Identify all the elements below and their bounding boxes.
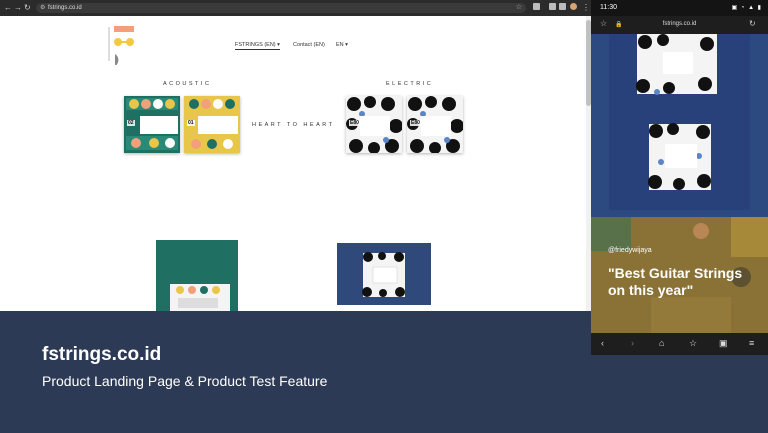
mobile-bottom-nav: ‹ › ⌂ ☆ ▣ ≡ [591, 333, 768, 355]
acoustic-heading: ACOUSTIC [163, 81, 212, 87]
acoustic-product-photo[interactable] [156, 240, 238, 311]
mobile-hero-image [591, 34, 768, 217]
electric-product-photo[interactable] [337, 243, 431, 305]
status-time: 11:30 [600, 4, 617, 11]
status-bar: 11:30 ▣ ◔ ▲ ▮ [591, 0, 768, 16]
desktop-browser-window: ← → ↻ ⚙ fstrings.co.id ☆ ⋮ FSTRINGS (EN)… [0, 0, 591, 311]
acoustic-product-green[interactable]: 02 [124, 96, 180, 153]
home-icon[interactable]: ⌂ [659, 338, 664, 348]
mobile-phone-screen: 11:30 ▣ ◔ ▲ ▮ ☆ 🔒 fstrings.co.id ↻ @frie… [591, 0, 768, 355]
address-url: fstrings.co.id [48, 5, 82, 11]
product-photo-graphic [362, 252, 405, 297]
forward-icon[interactable]: › [631, 338, 634, 348]
mobile-testimonial-section: @friedywijaya "Best Guitar Strings on th… [591, 217, 768, 333]
browser-toolbar: ← → ↻ ⚙ fstrings.co.id ☆ ⋮ [0, 0, 591, 16]
forward-icon[interactable]: → [14, 2, 22, 14]
extension-icon[interactable] [549, 3, 556, 10]
address-bar[interactable]: ⚙ fstrings.co.id ☆ [36, 3, 526, 13]
nav-language[interactable]: EN ▾ [336, 42, 348, 48]
menu-icon[interactable]: ≡ [749, 338, 754, 348]
reload-icon[interactable]: ↻ [24, 2, 31, 14]
menu-kebab-icon[interactable]: ⋮ [582, 2, 590, 14]
electric-product-right[interactable]: E80 [407, 96, 463, 153]
sidebar-icon[interactable] [559, 3, 566, 10]
chevron-down-icon: ▾ [345, 42, 348, 48]
nav-fstrings[interactable]: FSTRINGS (EN) ▾ [235, 42, 280, 50]
chevron-down-icon: ▾ [277, 42, 280, 48]
web-page: FSTRINGS (EN) ▾ Contact (EN) EN ▾ ACOUST… [0, 16, 586, 311]
nav-contact[interactable]: Contact (EN) [293, 42, 325, 48]
caption-title: fstrings.co.id [42, 344, 162, 365]
mobile-address-url[interactable]: fstrings.co.id [591, 21, 768, 27]
caption-subtitle: Product Landing Page & Product Test Feat… [42, 373, 328, 389]
acoustic-product-yellow[interactable]: 01 [184, 96, 240, 153]
status-icons: ▣ ◔ ▲ ▮ [731, 5, 762, 11]
extension-icon[interactable] [533, 3, 540, 10]
product-stack-graphic [636, 34, 717, 190]
product-photo-graphic [170, 284, 230, 311]
electric-product-left[interactable]: E80 [346, 96, 402, 153]
testimonial-handle: @friedywijaya [608, 247, 652, 254]
testimonial-quote: "Best Guitar Strings on this year" [608, 265, 743, 298]
back-icon[interactable]: ← [4, 2, 12, 14]
profile-avatar[interactable] [570, 3, 577, 10]
reload-icon[interactable]: ↻ [749, 19, 756, 28]
site-info-icon[interactable]: ⚙ [40, 3, 45, 13]
heart-to-heart-tagline: HEART TO HEART [252, 122, 335, 128]
bookmark-star-icon[interactable]: ☆ [689, 338, 697, 349]
tabs-icon[interactable]: ▣ [719, 338, 728, 349]
back-icon[interactable]: ‹ [601, 338, 604, 348]
mobile-browser-toolbar: ☆ 🔒 fstrings.co.id ↻ [591, 16, 768, 34]
electric-heading: ELECTRIC [386, 81, 434, 87]
bookmark-star-icon[interactable]: ☆ [516, 3, 522, 13]
fstrings-logo[interactable] [106, 25, 138, 65]
